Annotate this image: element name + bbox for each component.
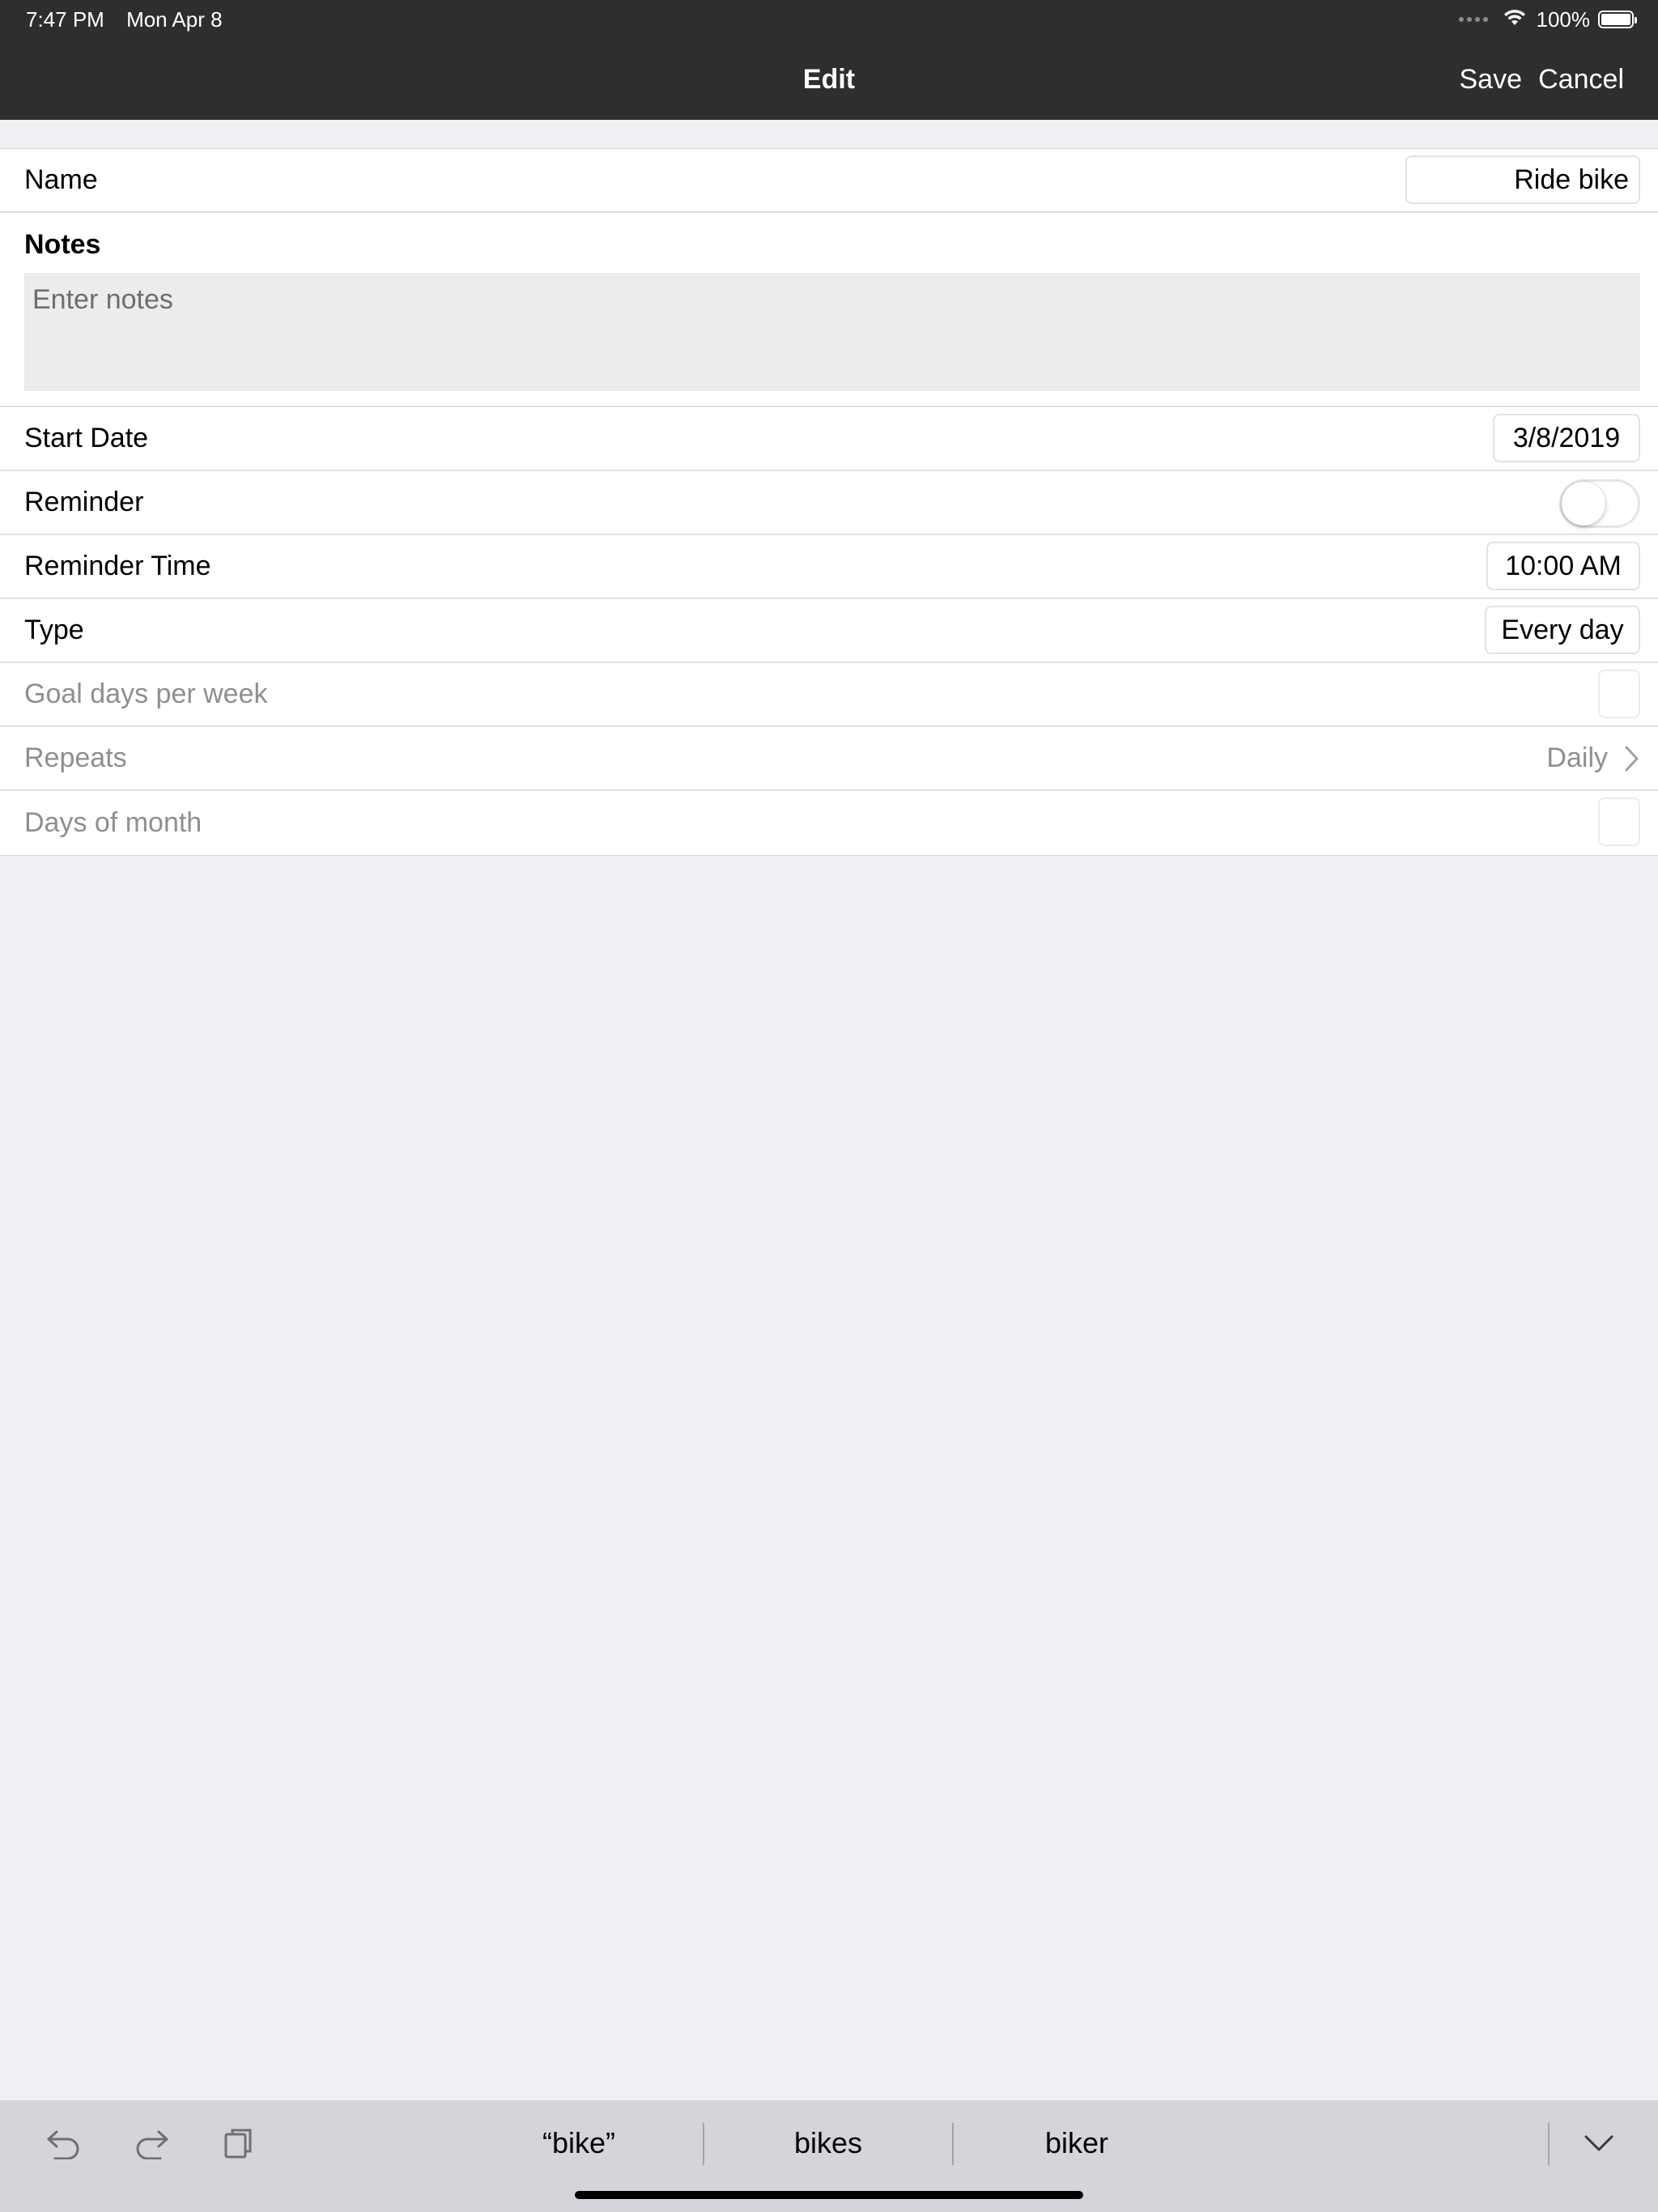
repeats-label: Repeats xyxy=(24,742,127,773)
reminder-label: Reminder xyxy=(24,487,144,517)
type-field[interactable]: Every day xyxy=(1485,606,1640,654)
suggestion-divider xyxy=(1548,2123,1550,2165)
reminder-time-field[interactable]: 10:00 AM xyxy=(1486,542,1640,590)
status-bar-left: 7:47 PM Mon Apr 8 xyxy=(26,6,223,32)
goal-days-row: Goal days per week xyxy=(0,663,1658,727)
repeats-row[interactable]: Repeats Daily xyxy=(0,727,1658,791)
type-row: Type Every day xyxy=(0,599,1658,663)
toggle-knob xyxy=(1562,482,1605,525)
days-of-month-label: Days of month xyxy=(24,807,202,838)
keyboard-shortcut-bar: “bike” bikes biker xyxy=(0,2100,1658,2212)
goal-days-label: Goal days per week xyxy=(24,678,268,709)
notes-section: Notes Enter notes xyxy=(0,213,1658,407)
status-time: 7:47 PM xyxy=(26,7,104,32)
suggestion-2[interactable]: bikes xyxy=(704,2118,952,2168)
repeats-value: Daily xyxy=(1546,742,1608,773)
type-label: Type xyxy=(24,615,84,645)
battery-percent: 100% xyxy=(1536,6,1591,32)
reminder-time-row: Reminder Time 10:00 AM xyxy=(0,535,1658,599)
cellular-signal-icon xyxy=(1458,17,1488,22)
notes-input[interactable]: Enter notes xyxy=(24,273,1640,391)
top-bar: 7:47 PM Mon Apr 8 100% Edit Save Cancel xyxy=(0,0,1658,120)
battery-icon xyxy=(1598,11,1637,28)
name-field[interactable]: Ride bike xyxy=(1405,155,1640,204)
undo-icon[interactable] xyxy=(44,2123,84,2163)
save-button[interactable]: Save xyxy=(1460,60,1523,99)
reminder-time-label: Reminder Time xyxy=(24,551,211,581)
start-date-row: Start Date 3/8/2019 xyxy=(0,407,1658,471)
days-of-month-field[interactable] xyxy=(1598,798,1640,846)
cancel-button[interactable]: Cancel xyxy=(1538,60,1624,99)
start-date-label: Start Date xyxy=(24,423,149,453)
reminder-row: Reminder xyxy=(0,471,1658,535)
status-date: Mon Apr 8 xyxy=(126,7,223,32)
home-indicator xyxy=(575,2191,1083,2199)
days-of-month-row: Days of month xyxy=(0,791,1658,855)
suggestion-1[interactable]: “bike” xyxy=(453,2118,704,2168)
page-title: Edit xyxy=(802,64,856,95)
name-label: Name xyxy=(24,164,98,195)
paste-icon[interactable] xyxy=(219,2123,259,2163)
reminder-toggle[interactable] xyxy=(1559,479,1640,528)
redo-icon[interactable] xyxy=(131,2123,172,2163)
suggestion-3[interactable]: biker xyxy=(952,2118,1201,2168)
keyboard-dismiss-icon[interactable] xyxy=(1579,2123,1619,2163)
goal-days-field[interactable] xyxy=(1598,670,1640,718)
edit-form: Name Ride bike Notes Enter notes Start D… xyxy=(0,148,1658,856)
name-row: Name Ride bike xyxy=(0,149,1658,213)
wifi-icon xyxy=(1503,7,1527,32)
notes-label: Notes xyxy=(24,229,101,260)
start-date-field[interactable]: 3/8/2019 xyxy=(1493,414,1640,462)
status-bar-right: 100% xyxy=(1458,6,1637,32)
chevron-right-icon xyxy=(1624,727,1640,789)
